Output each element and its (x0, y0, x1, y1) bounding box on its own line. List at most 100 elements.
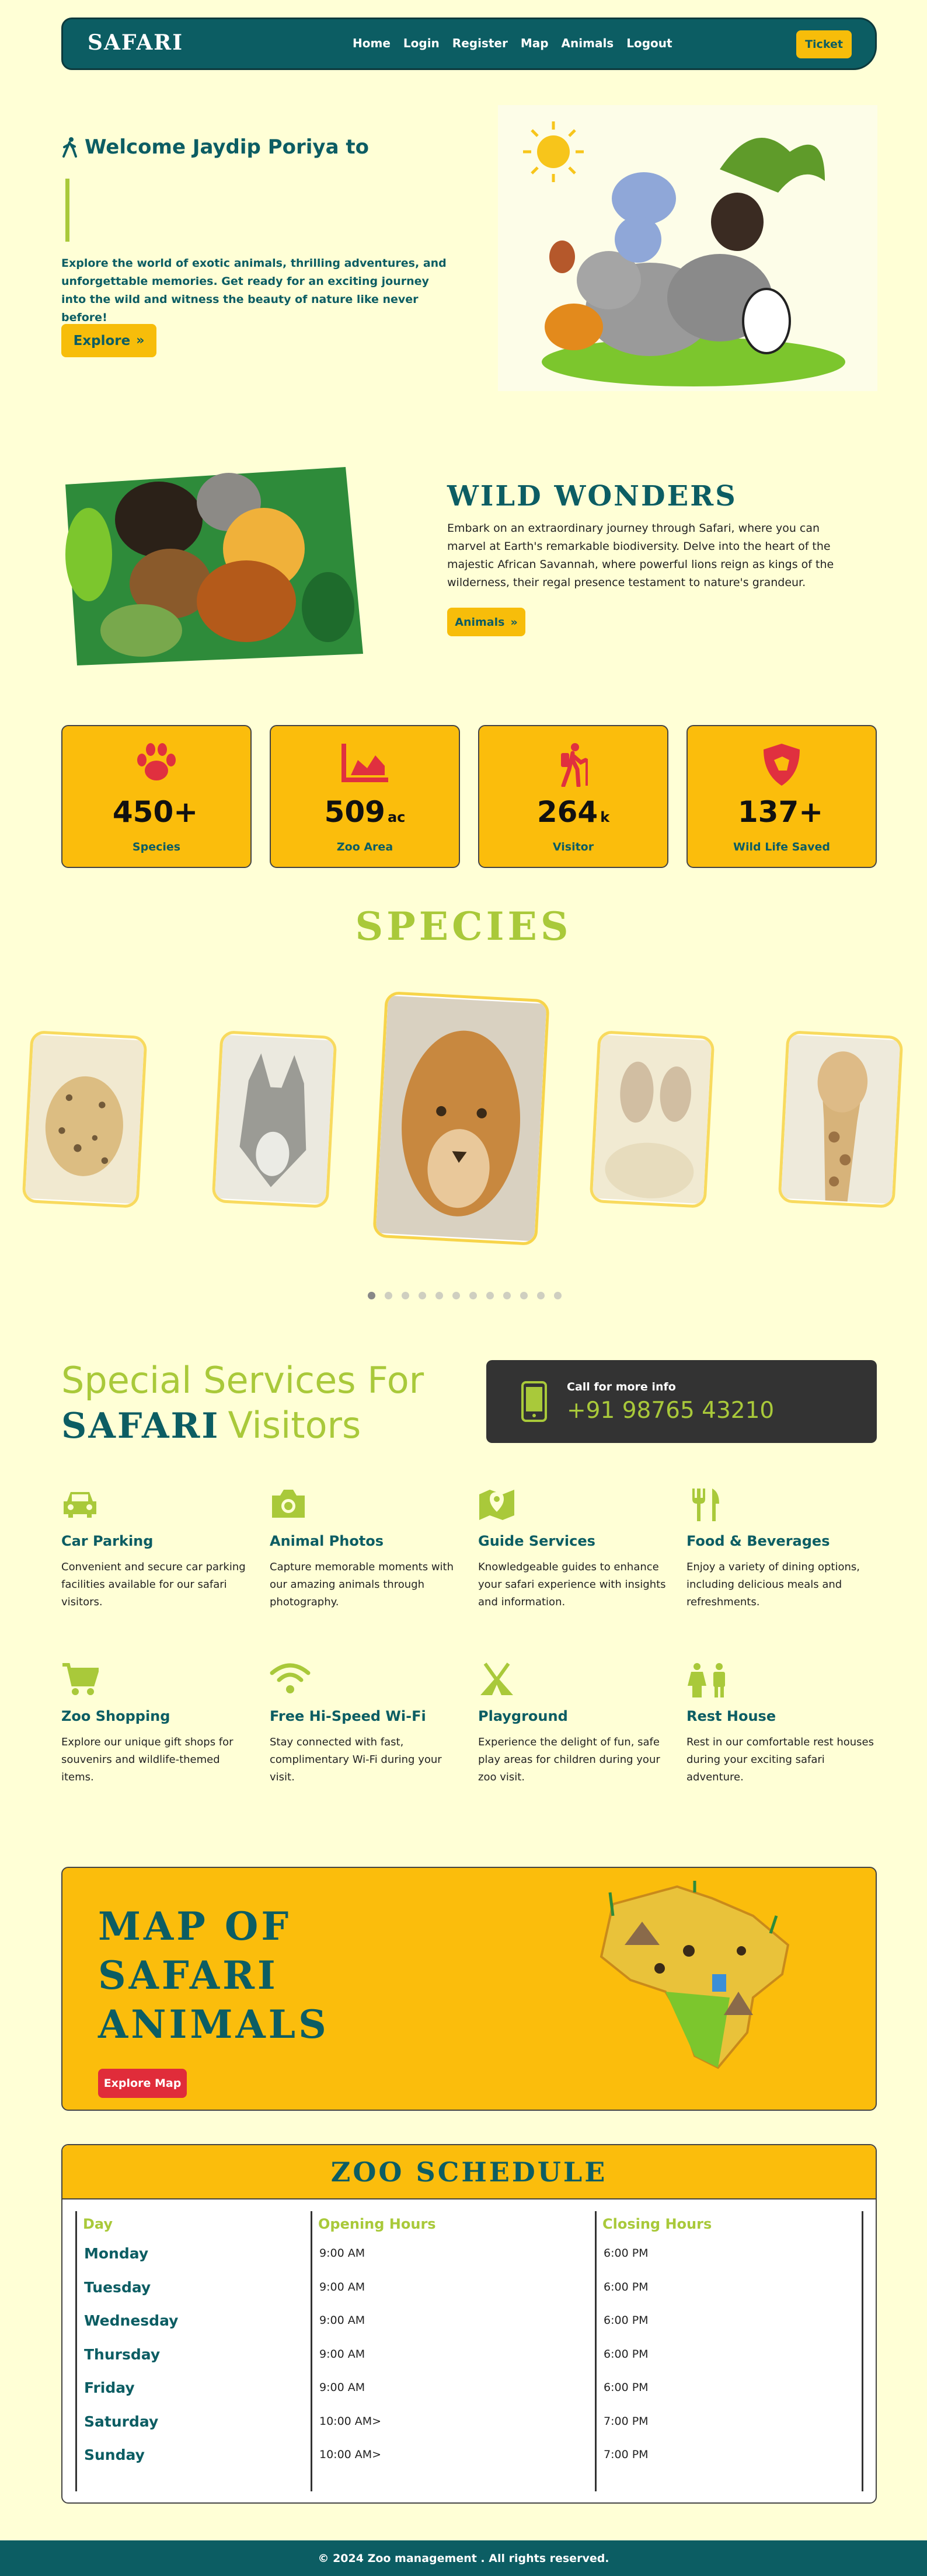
nav-animals[interactable]: Animals (562, 36, 614, 50)
phone-number[interactable]: +91 98765 43210 (567, 1397, 774, 1424)
carousel-dot[interactable] (385, 1292, 392, 1299)
schedule-title: ZOO SCHEDULE (62, 2145, 876, 2199)
species-card-leopard[interactable] (22, 1030, 148, 1209)
phone-icon (521, 1381, 547, 1422)
hiker-icon (561, 743, 588, 787)
carousel-dot[interactable] (537, 1292, 545, 1299)
double-chevron-right-icon: » (510, 615, 518, 629)
stat-label: Species (132, 841, 181, 853)
carousel-dot[interactable] (419, 1292, 426, 1299)
stat-number: 509 ac (324, 795, 406, 829)
closing-header: Closing Hours (602, 2216, 712, 2232)
welcome-heading: Welcome Jaydip Poriya to (61, 135, 369, 159)
deer-image (592, 1034, 712, 1204)
service-text: Stay connected with fast, complimentary … (270, 1736, 442, 1783)
lioness-image (375, 995, 547, 1242)
nav-login[interactable]: Login (403, 36, 440, 50)
nav-logout[interactable]: Logout (626, 36, 672, 50)
stat-label: Visitor (552, 841, 594, 853)
service-item: Animal Photos Capture memorable moments … (270, 1487, 462, 1611)
walking-person-icon (62, 137, 77, 158)
animals-button[interactable]: Animals » (447, 608, 525, 636)
service-text: Capture memorable moments with our amazi… (270, 1561, 454, 1608)
service-text: Rest in our comfortable rest houses duri… (686, 1736, 874, 1783)
schedule-day-column: Day Monday Tuesday Wednesday Thursday Friday… (75, 2211, 309, 2491)
services-heading-line1: Special Services For (61, 1359, 424, 1402)
explore-map-button[interactable]: Explore Map (98, 2069, 187, 2098)
service-item: Playground Experience the delight of fun… (478, 1662, 671, 1786)
schedule-day: Sunday (84, 2446, 145, 2463)
call-box[interactable]: Call for more info +91 98765 43210 (486, 1360, 877, 1443)
map-title: MAP OF SAFARI ANIMALS (98, 1904, 329, 2047)
species-title: SPECIES (355, 904, 572, 949)
camera-icon (270, 1490, 307, 1522)
nav-links: Home Login Register Map Animals Logout (353, 36, 672, 50)
nav-register[interactable]: Register (452, 36, 508, 50)
schedule-open-time: 10:00 AM> (319, 2448, 382, 2461)
carousel-dot[interactable] (554, 1292, 562, 1299)
schedule-closing-column: Closing Hours 6:00 PM 6:00 PM 6:00 PM 6:00 … (595, 2211, 863, 2491)
tent-icon (478, 1662, 515, 1700)
species-card-deer[interactable] (589, 1030, 715, 1209)
hero-animals-illustration (498, 105, 877, 391)
schedule-close-time: 6:00 PM (604, 2347, 649, 2361)
stat-card-wildlife-saved: 137+ Wild Life Saved (686, 725, 877, 868)
species-card-giraffe[interactable] (778, 1030, 904, 1209)
hero-description: Explore the world of exotic animals, thr… (61, 257, 447, 324)
schedule-day: Monday (84, 2245, 149, 2262)
stat-number: 264 k (536, 795, 610, 829)
carousel-dot[interactable] (402, 1292, 409, 1299)
carousel-dot[interactable] (368, 1292, 375, 1299)
stat-card-visitor: 264 k Visitor (478, 725, 668, 868)
schedule-day: Saturday (84, 2413, 159, 2430)
carousel-dot[interactable] (435, 1292, 443, 1299)
giraffe-image (780, 1034, 901, 1204)
nav-home[interactable]: Home (353, 36, 391, 50)
ticket-button[interactable]: Ticket (796, 30, 852, 58)
area-chart-icon (341, 744, 388, 782)
schedule-opening-column: Opening Hours 9:00 AM 9:00 AM 9:00 AM 9:00 … (311, 2211, 591, 2491)
service-title: Animal Photos (270, 1533, 384, 1549)
typing-cursor (65, 179, 69, 242)
carousel-dot[interactable] (469, 1292, 477, 1299)
service-text: Convenient and secure car parking facili… (61, 1561, 246, 1608)
schedule-open-time: 9:00 AM (319, 2280, 365, 2293)
double-chevron-right-icon: » (136, 333, 145, 348)
species-card-wolf[interactable] (211, 1030, 337, 1209)
schedule-day: Friday (84, 2379, 135, 2396)
welcome-text: Welcome Jaydip Poriya to (85, 135, 369, 159)
service-text: Explore our unique gift shops for souven… (61, 1736, 234, 1783)
nav-map[interactable]: Map (521, 36, 549, 50)
services-heading-line2: SAFARI Visitors (61, 1404, 361, 1446)
stat-number: 450+ (112, 795, 198, 829)
animals-label: Animals (455, 615, 505, 629)
carousel-dot[interactable] (452, 1292, 460, 1299)
schedule-day: Wednesday (84, 2312, 179, 2329)
carousel-dot[interactable] (520, 1292, 528, 1299)
species-card-lioness[interactable] (372, 991, 550, 1246)
restroom-icon (686, 1663, 730, 1701)
carousel-dot[interactable] (486, 1292, 494, 1299)
call-label: Call for more info (567, 1381, 676, 1393)
wild-wonders-text: Embark on an extraordinary journey throu… (447, 522, 834, 589)
schedule-close-time: 6:00 PM (604, 2247, 649, 2260)
wild-wonders-title: WILD WONDERS (447, 480, 737, 513)
carousel-dot[interactable] (503, 1292, 511, 1299)
schedule-open-time: 9:00 AM (319, 2314, 365, 2327)
service-title: Rest House (686, 1708, 776, 1724)
service-title: Zoo Shopping (61, 1708, 170, 1724)
service-title: Car Parking (61, 1533, 154, 1549)
shield-dog-icon (764, 744, 800, 786)
site-logo[interactable]: SAFARI (88, 30, 183, 55)
stat-label: Zoo Area (336, 841, 393, 853)
zoo-schedule: ZOO SCHEDULE Day Monday Tuesday Wednesday T… (61, 2144, 877, 2504)
service-text: Knowledgeable guides to enhance your saf… (478, 1561, 666, 1608)
service-text: Enjoy a variety of dining options, inclu… (686, 1561, 860, 1608)
service-title: Guide Services (478, 1533, 595, 1549)
services-visitors: Visitors (228, 1404, 361, 1446)
africa-map-illustration (600, 1881, 790, 2069)
explore-button[interactable]: Explore » (61, 324, 156, 357)
stat-card-species: 450+ Species (61, 725, 252, 868)
stat-card-zoo-area: 509 ac Zoo Area (270, 725, 460, 868)
paw-icon (137, 743, 176, 780)
